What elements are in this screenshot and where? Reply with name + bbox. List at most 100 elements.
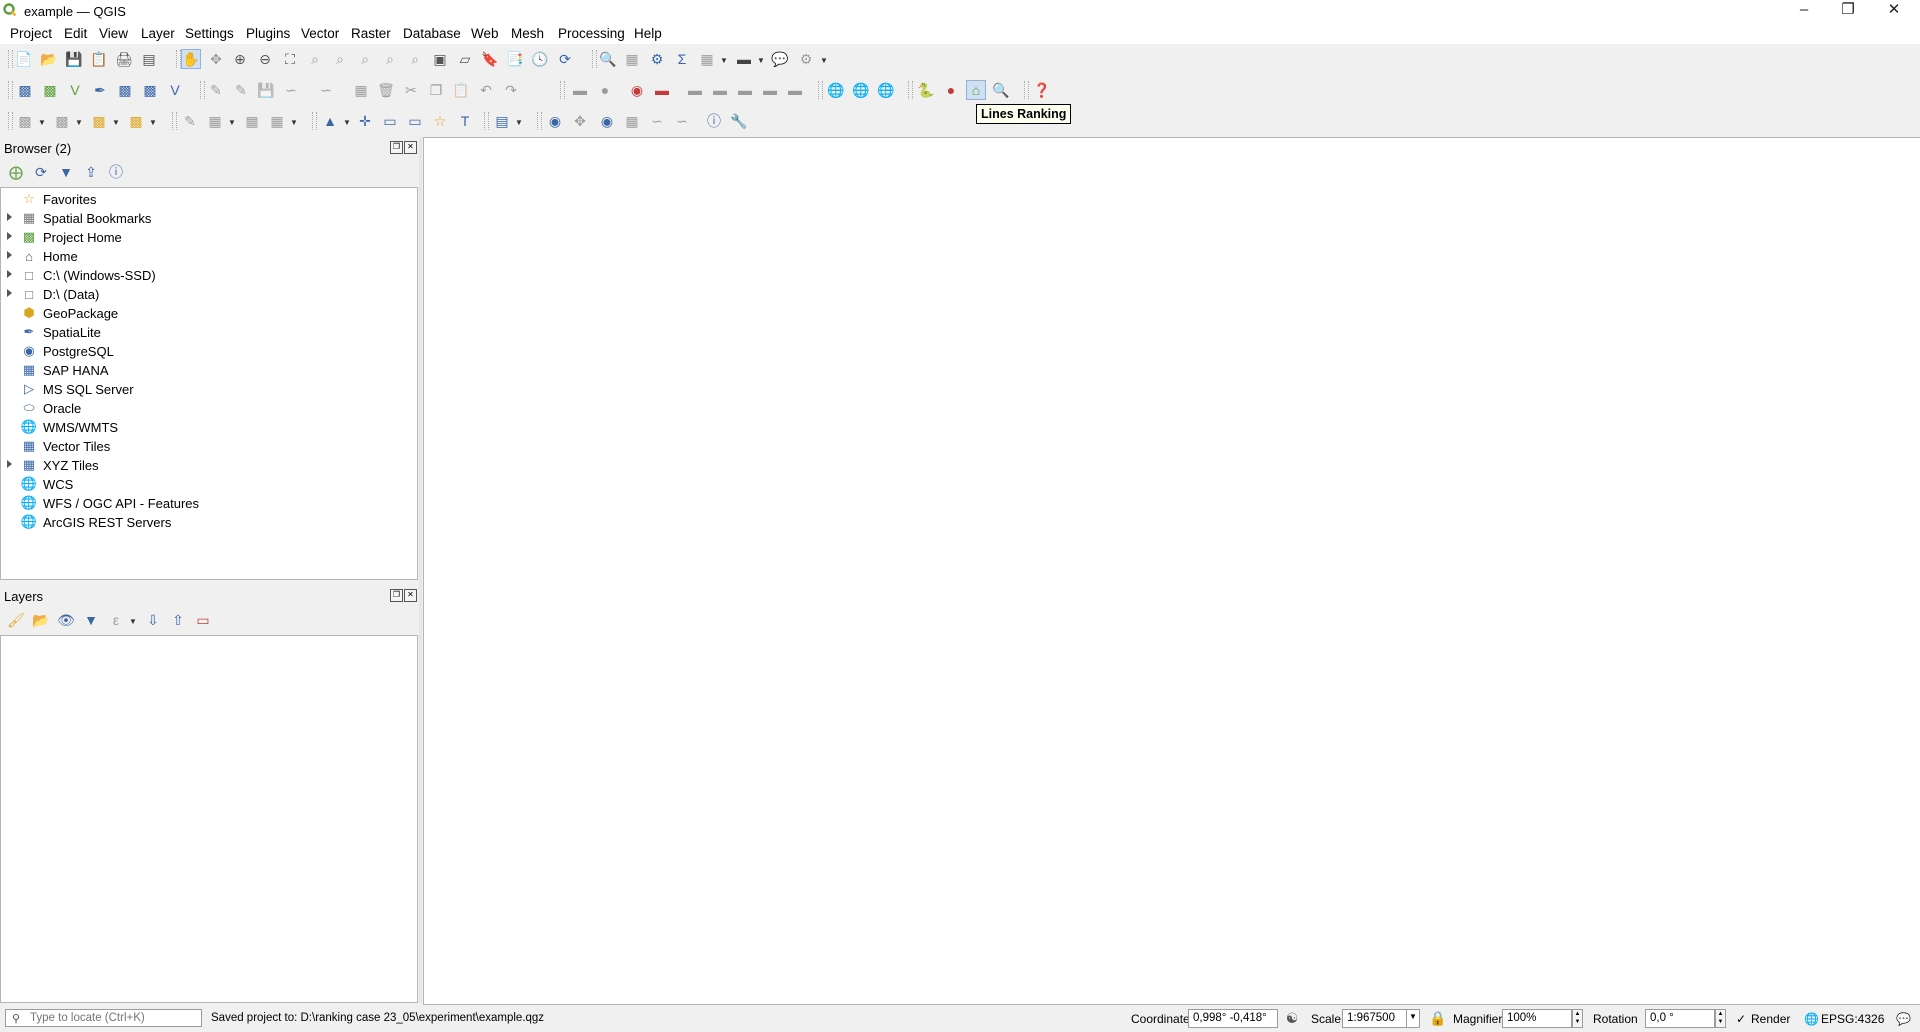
browser-item[interactable]: ⌂ Home (1, 247, 411, 266)
map-tips-icon[interactable]: 💬 (770, 49, 790, 69)
reshape-icon[interactable]: ▭ (380, 111, 400, 131)
qgis-plugin-search-icon[interactable]: 🔍 (991, 80, 1011, 100)
menu-processing[interactable]: Processing (558, 26, 625, 41)
refresh-browser-icon[interactable]: ⟳ (31, 162, 51, 182)
chevron-down-icon[interactable]: ▼ (228, 118, 236, 127)
plugin-red-icon[interactable]: ● (941, 80, 961, 100)
messages-icon[interactable]: 💬 (1896, 1012, 1911, 1026)
browser-tree[interactable]: ☆ Favorites ▦ Spatial Bookmarks ▩ Project Hom… (0, 187, 418, 580)
collapse-all-layers-icon[interactable]: ⇧ (168, 610, 188, 630)
pin-labels-icon[interactable]: ▬ (685, 80, 705, 100)
filter-by-expression-icon[interactable]: ε (106, 610, 126, 630)
toolbar-handle[interactable] (8, 81, 13, 99)
zoom-to-layer-icon[interactable]: ⌕ (330, 49, 350, 69)
chevron-down-icon[interactable]: ▼ (112, 118, 120, 127)
zoom-last-icon[interactable]: ⌕ (380, 49, 400, 69)
rotate-feature-icon[interactable]: ▦ (242, 111, 262, 131)
menu-project[interactable]: Project (10, 26, 52, 41)
refresh-icon[interactable]: ⟳ (555, 49, 575, 69)
offset-curve-icon[interactable]: ▭ (405, 111, 425, 131)
attribute-table-dropdown-icon[interactable]: ▦ (697, 49, 717, 69)
layer-labeling-icon[interactable]: ◉ (627, 80, 647, 100)
browser-item[interactable]: □ C:\ (Windows-SSD) (1, 266, 411, 285)
vertex-tool-icon[interactable]: ∽ (316, 80, 336, 100)
expand-arrow-icon[interactable] (7, 251, 12, 259)
filter-browser-icon[interactable]: ▼ (56, 162, 76, 182)
toolbar-handle[interactable] (908, 81, 913, 99)
paste-features-icon[interactable]: 📋 (451, 80, 471, 100)
new-temporary-layer-icon[interactable]: ▩ (115, 80, 135, 100)
chevron-down-icon[interactable]: ▼ (149, 118, 157, 127)
panel-splitter[interactable] (419, 137, 422, 1003)
toolbar-handle[interactable] (8, 50, 13, 68)
rotation-field[interactable]: 0,0 ° (1645, 1009, 1715, 1028)
float-panel-icon[interactable]: ❐ (390, 589, 403, 602)
snapping-icon[interactable]: ▲ (320, 111, 340, 131)
annotation-icon[interactable]: ▤ (492, 111, 512, 131)
lock-scale-icon[interactable]: 🔒 (1428, 1008, 1448, 1028)
menu-database[interactable]: Database (403, 26, 461, 41)
chevron-down-icon[interactable]: ▼ (343, 118, 351, 127)
save-edits-icon[interactable]: 💾 (256, 80, 276, 100)
close-window-button[interactable]: ✕ (1872, 0, 1916, 22)
new-project-icon[interactable]: 📄 (14, 49, 34, 69)
shape-tool-icon[interactable]: ▦ (622, 111, 642, 131)
temporal-controller-icon[interactable]: 🕓 (530, 49, 550, 69)
move-feature-icon[interactable]: ▦ (205, 111, 225, 131)
expand-arrow-icon[interactable] (7, 213, 12, 221)
menu-view[interactable]: View (99, 26, 128, 41)
open-attribute-table-icon[interactable]: ▦ (622, 49, 642, 69)
crosshair-icon[interactable]: ✥ (570, 111, 590, 131)
map-canvas[interactable] (423, 137, 1920, 1005)
render-checkbox-icon[interactable]: ✓ (1736, 1012, 1746, 1026)
menu-plugins[interactable]: Plugins (246, 26, 290, 41)
actions-icon[interactable]: ⚙ (796, 49, 816, 69)
chevron-down-icon[interactable]: ▼ (75, 118, 83, 127)
pan-map-icon[interactable]: ✋ (181, 49, 201, 69)
snap-to-vertex-icon[interactable]: ✛ (355, 111, 375, 131)
layer-styling-icon[interactable]: 🖌 (6, 610, 26, 630)
move-label-icon[interactable]: ▬ (735, 80, 755, 100)
browser-item[interactable]: 🌐 WCS (1, 475, 411, 494)
manage-visibility-icon[interactable]: 👁 (56, 610, 76, 630)
expand-arrow-icon[interactable] (7, 460, 12, 468)
browser-item[interactable]: ⬭ Oracle (1, 399, 411, 418)
metasearch-icon[interactable]: 🌐 (826, 80, 846, 100)
info-icon[interactable]: ⓘ (704, 111, 724, 131)
browser-item[interactable]: □ D:\ (Data) (1, 285, 411, 304)
zoom-native-icon[interactable]: ⌕ (355, 49, 375, 69)
browser-item[interactable]: ▩ Project Home (1, 228, 411, 247)
browser-item[interactable]: ▷ MS SQL Server (1, 380, 411, 399)
toolbar-handle[interactable] (592, 50, 597, 68)
wrench-icon[interactable]: 🔧 (729, 111, 749, 131)
open-project-icon[interactable]: 📂 (39, 49, 59, 69)
toolbar-handle[interactable] (8, 112, 13, 130)
browser-item[interactable]: ☆ Favorites (1, 190, 411, 209)
chevron-down-icon[interactable]: ▼ (129, 617, 137, 626)
new-shapefile-layer-icon[interactable]: V (65, 80, 85, 100)
menu-raster[interactable]: Raster (351, 26, 391, 41)
layer-diagram-icon[interactable]: ▬ (652, 80, 672, 100)
expand-arrow-icon[interactable] (7, 289, 12, 297)
menu-settings[interactable]: Settings (185, 26, 234, 41)
layout-manager-icon[interactable]: ▤ (139, 49, 159, 69)
remove-layer-icon[interactable]: ▭ (193, 610, 213, 630)
properties-icon[interactable]: ⓘ (106, 162, 126, 182)
expand-arrow-icon[interactable] (7, 270, 12, 278)
rotate-label-icon[interactable]: ▬ (760, 80, 780, 100)
toggle-extents-icon[interactable]: ☯ (1282, 1008, 1302, 1028)
magnifier-field[interactable]: 100% (1502, 1009, 1572, 1028)
print-layout-icon[interactable]: 🖨 (114, 49, 134, 69)
toolbar-handle[interactable] (312, 112, 317, 130)
chevron-down-icon[interactable]: ▼ (820, 56, 828, 65)
toolbar-handle[interactable] (484, 112, 489, 130)
chevron-down-icon[interactable]: ▼ (720, 56, 728, 65)
toolbar-handle[interactable] (818, 81, 823, 99)
text-annotation-icon[interactable]: T (455, 111, 475, 131)
close-panel-icon[interactable]: ✕ (404, 141, 417, 154)
menu-vector[interactable]: Vector (301, 26, 339, 41)
maximize-button[interactable]: ❐ (1826, 0, 1870, 22)
float-panel-icon[interactable]: ❐ (390, 141, 403, 154)
lines-ranking-icon[interactable]: ⌂ (966, 80, 986, 100)
select-features-icon[interactable]: ▩ (15, 111, 35, 131)
